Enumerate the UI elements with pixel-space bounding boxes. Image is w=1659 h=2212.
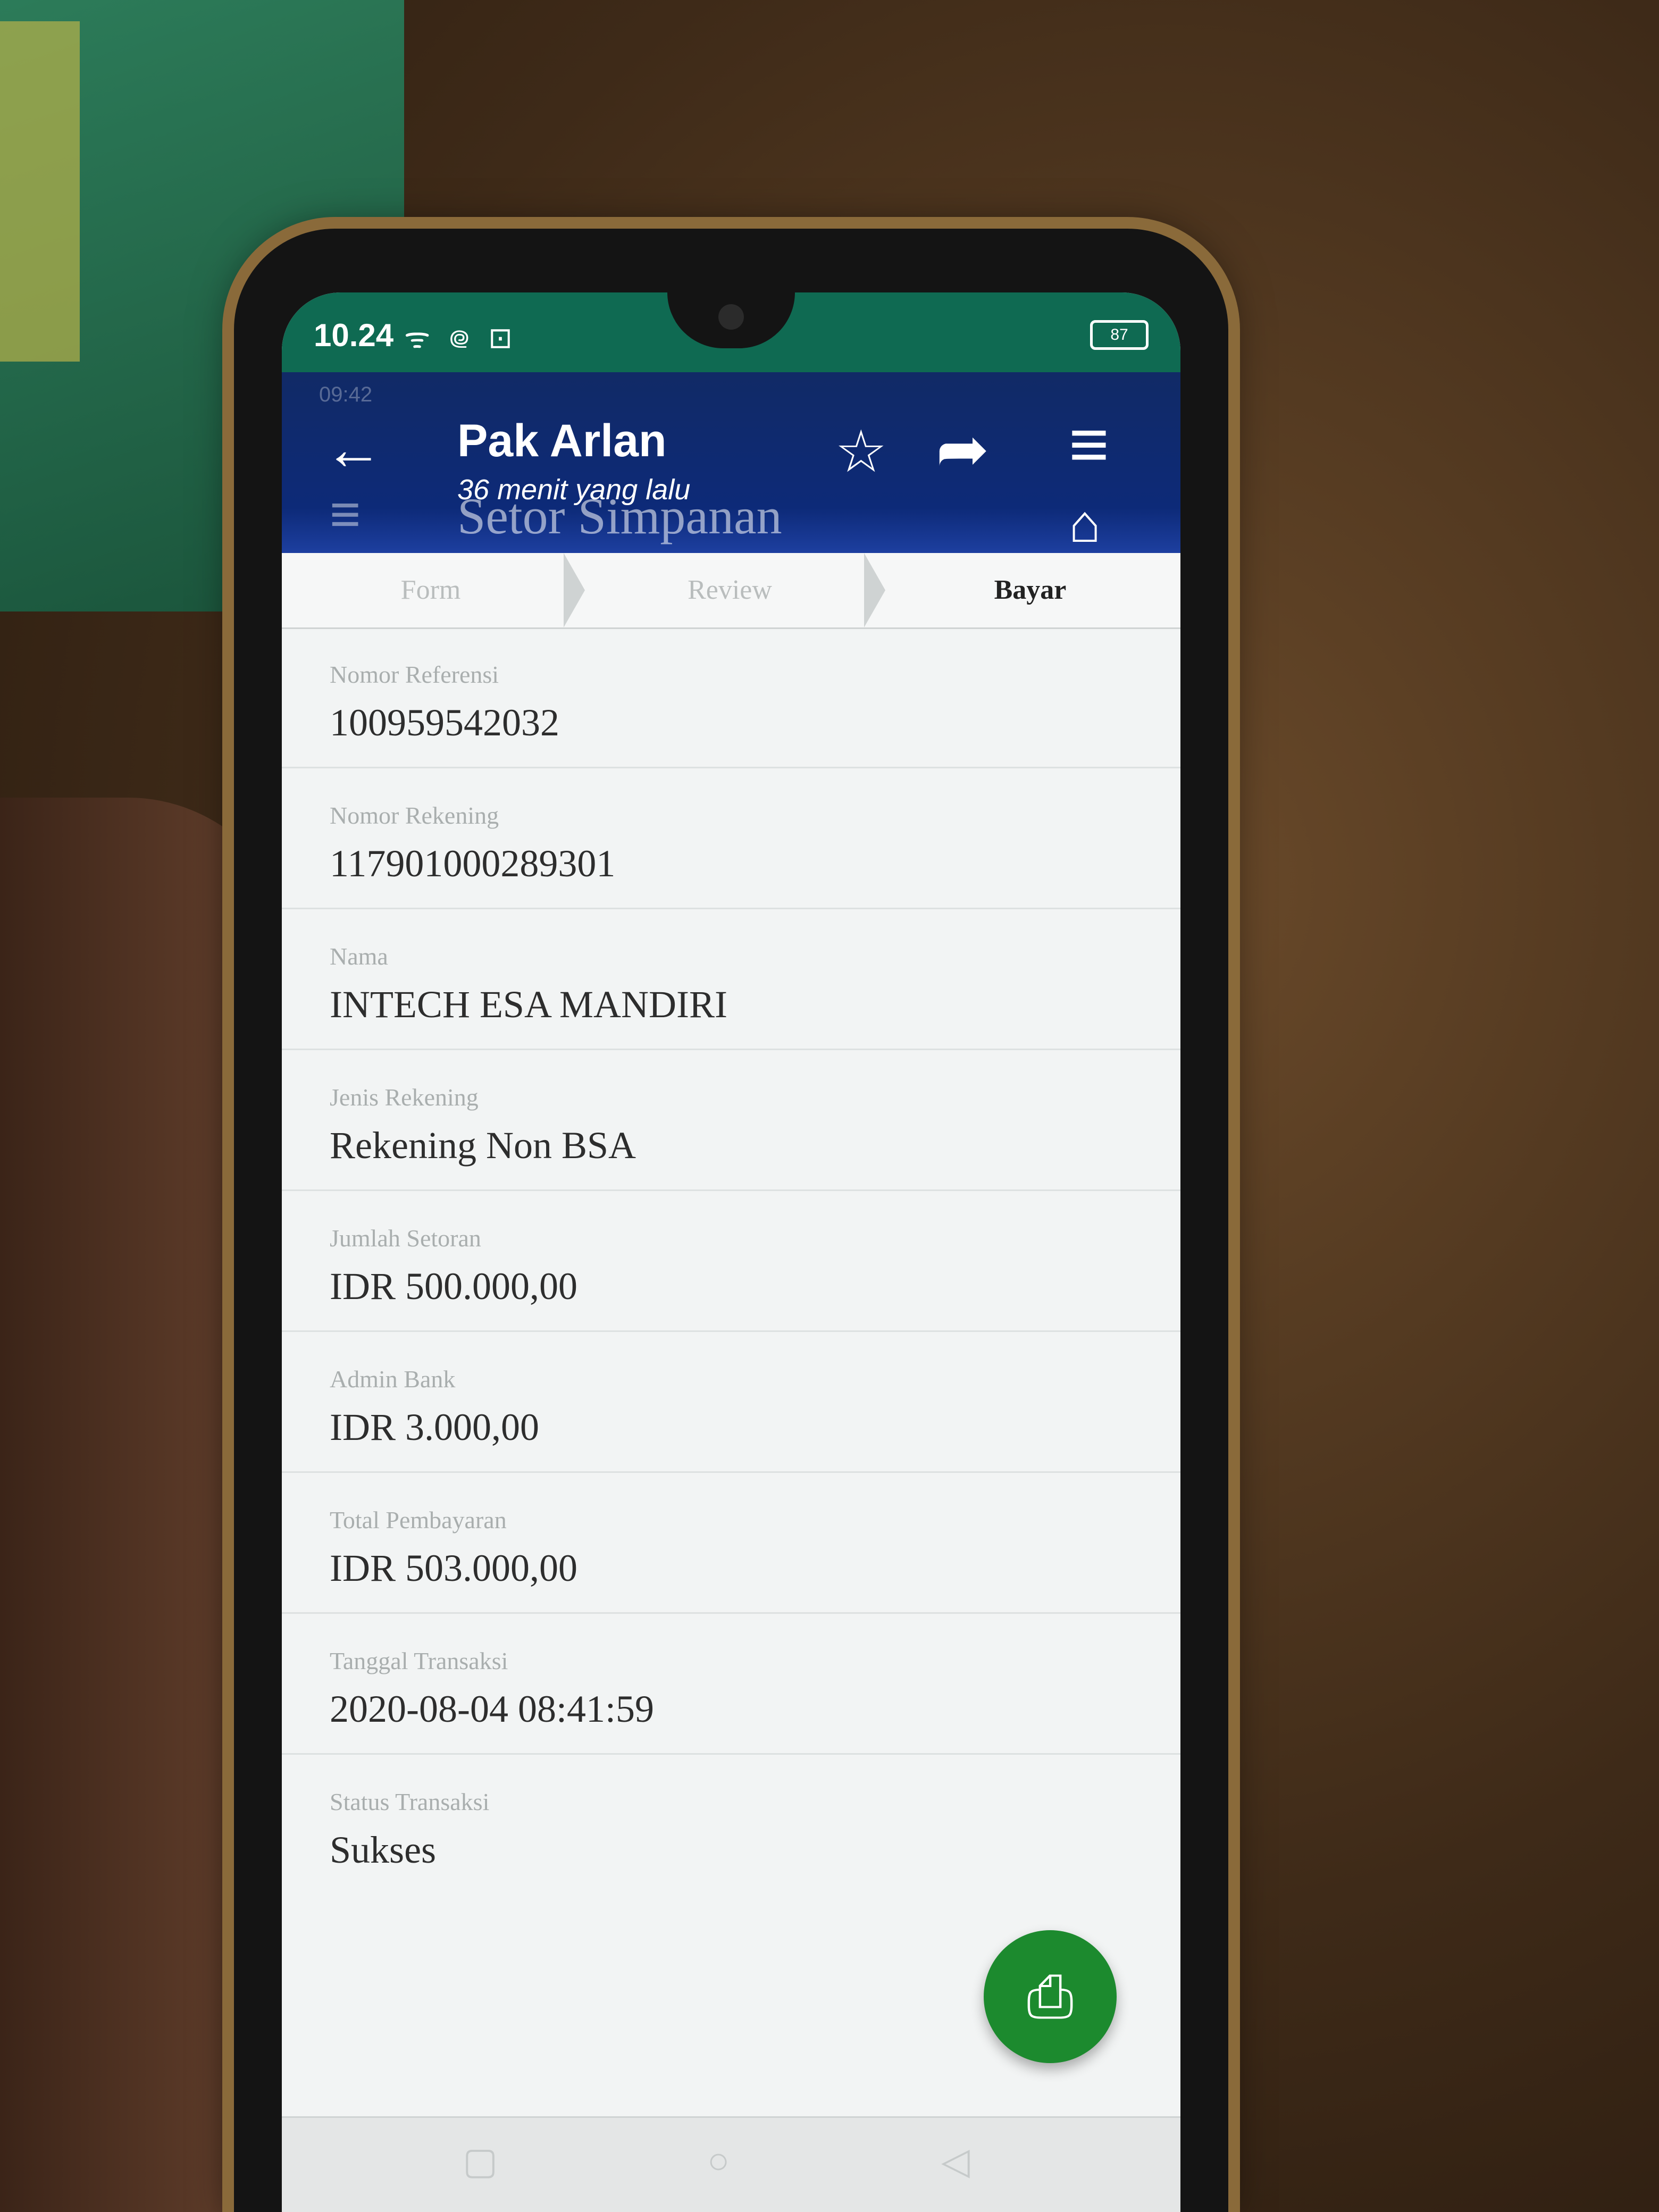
back-arrow-icon[interactable]: ← (324, 420, 383, 479)
detail-label: Total Pembayaran (330, 1506, 507, 1534)
detail-value: Sukses (330, 1829, 437, 1871)
progress-steps: Form Review Bayar (282, 553, 1180, 629)
detail-label: Jumlah Setoran (330, 1225, 481, 1252)
detail-value: Rekening Non BSA (330, 1124, 636, 1167)
background-yellow-object (0, 21, 80, 362)
detail-row-nomor-rekening: Nomor Rekening 117901000289301 (282, 768, 1180, 909)
app-toolbar: 09:42 ≡ ← Setor Simpanan Pak Arlan 36 me… (282, 372, 1180, 553)
detail-value: IDR 500.000,00 (330, 1265, 577, 1308)
phone-device: 10.24 ᯤ ᪤ ⊡ 87 09:42 ≡ ← Setor Simpanan … (234, 229, 1228, 2212)
step-bayar: Bayar (994, 575, 1067, 605)
detail-value: INTECH ESA MANDIRI (330, 983, 727, 1026)
step-form: Form (400, 575, 461, 605)
detail-row-status-transaksi: Status Transaksi Sukses (282, 1755, 1180, 1894)
status-time: 10.24 (314, 317, 394, 353)
phone-screen: 10.24 ᯤ ᪤ ⊡ 87 09:42 ≡ ← Setor Simpanan … (282, 292, 1180, 2212)
print-icon: ⎙ (1027, 1964, 1074, 2029)
ghost-status-time: 09:42 (319, 383, 373, 406)
signal-wifi-icons: ᯤ ᪤ ⊡ (404, 322, 518, 354)
last-seen-time: 36 menit yang lalu (457, 474, 691, 506)
detail-label: Tanggal Transaksi (330, 1647, 508, 1674)
recent-apps-button[interactable]: ▢ (463, 2139, 498, 2183)
share-icon[interactable]: ➦ (936, 417, 990, 481)
detail-row-nama: Nama INTECH ESA MANDIRI (282, 909, 1180, 1050)
print-button[interactable]: ⎙ (984, 1930, 1117, 2063)
ghost-menu-icon: ≡ (330, 484, 361, 544)
home-icon[interactable]: ⌂ (1069, 497, 1101, 550)
detail-value: 100959542032 (330, 701, 559, 744)
detail-label: Nama (330, 943, 388, 970)
detail-row-jumlah-setoran: Jumlah Setoran IDR 500.000,00 (282, 1191, 1180, 1332)
detail-label: Jenis Rekening (330, 1084, 479, 1111)
menu-icon[interactable]: ≡ (1069, 409, 1109, 479)
detail-value: IDR 3.000,00 (330, 1406, 539, 1448)
detail-label: Nomor Rekening (330, 802, 499, 829)
detail-label: Admin Bank (330, 1365, 456, 1393)
detail-row-admin-bank: Admin Bank IDR 3.000,00 (282, 1332, 1180, 1473)
detail-row-total-pembayaran: Total Pembayaran IDR 503.000,00 (282, 1473, 1180, 1614)
detail-value: 2020-08-04 08:41:59 (330, 1688, 654, 1730)
detail-row-jenis-rekening: Jenis Rekening Rekening Non BSA (282, 1050, 1180, 1191)
front-camera (718, 304, 744, 330)
star-icon[interactable]: ☆ (835, 423, 887, 481)
step-review: Review (688, 575, 772, 605)
home-button[interactable]: ○ (707, 2139, 730, 2182)
detail-value: IDR 503.000,00 (330, 1547, 577, 1589)
detail-row-tanggal-transaksi: Tanggal Transaksi 2020-08-04 08:41:59 (282, 1614, 1180, 1755)
transaction-details: Nomor Referensi 100959542032 Nomor Reken… (282, 627, 1180, 1894)
contact-name: Pak Arlan (457, 415, 667, 466)
detail-row-nomor-referensi: Nomor Referensi 100959542032 (282, 627, 1180, 768)
detail-value: 117901000289301 (330, 842, 616, 885)
system-nav-bar: ▢ ○ ◁ (282, 2116, 1180, 2212)
detail-label: Status Transaksi (330, 1788, 490, 1815)
detail-label: Nomor Referensi (330, 661, 499, 688)
battery-icon: 87 (1090, 320, 1149, 350)
back-button[interactable]: ◁ (941, 2139, 970, 2183)
